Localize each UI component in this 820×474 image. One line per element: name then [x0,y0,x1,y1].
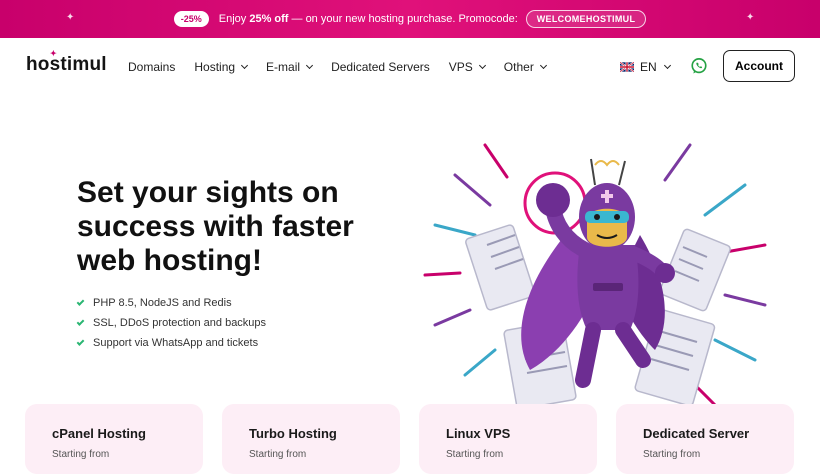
promo-bar: ✦ -25% Enjoy 25% off — on your new hosti… [0,0,820,38]
chevron-down-icon [306,61,314,70]
feature-item: PHP 8.5, NodeJS and Redis [76,293,266,313]
nav-item-domains[interactable]: Domains [128,60,175,74]
product-card-dedicated-server[interactable]: Dedicated Server Starting from [616,404,794,474]
chevron-down-icon [539,61,547,70]
product-card-cpanel-hosting[interactable]: cPanel Hosting Starting from [25,404,203,474]
main-nav: Domains Hosting E-mail Dedicated Servers… [128,60,565,74]
nav-item-email[interactable]: E-mail [266,60,314,74]
card-title: Linux VPS [446,426,511,441]
card-subtitle: Starting from [643,449,701,460]
chevron-down-icon [241,61,249,70]
nav-item-other[interactable]: Other [504,60,547,74]
language-selector[interactable]: EN [620,60,671,74]
nav-item-hosting[interactable]: Hosting [194,60,249,74]
site-header: hostimul ✦ Domains Hosting E-mail Dedica… [0,38,820,96]
account-button[interactable]: Account [723,50,795,82]
product-card-turbo-hosting[interactable]: Turbo Hosting Starting from [222,404,400,474]
logo[interactable]: hostimul ✦ [26,49,107,76]
nav-item-dedicated-servers[interactable]: Dedicated Servers [331,60,430,74]
card-subtitle: Starting from [446,449,504,460]
sparkle-icon: ✦ [746,12,755,23]
card-subtitle: Starting from [52,449,110,460]
card-subtitle: Starting from [249,449,307,460]
discount-badge: -25% [173,11,209,27]
product-card-linux-vps[interactable]: Linux VPS Starting from [419,404,597,474]
chevron-down-icon [663,61,671,70]
check-icon [76,297,85,306]
logo-sparkle-icon: ✦ [50,49,57,58]
promo-text: Enjoy 25% off — on your new hosting purc… [218,13,518,25]
promo-code[interactable]: WELCOMEHOSTIMUL [525,10,647,28]
feature-item: Support via WhatsApp and tickets [76,333,266,353]
feature-list: PHP 8.5, NodeJS and Redis SSL, DDoS prot… [76,293,266,353]
uk-flag-icon [620,62,634,72]
whatsapp-icon[interactable] [690,57,708,75]
check-icon [76,317,85,326]
chevron-down-icon [478,61,486,70]
hero-title: Set your sights on success with faster w… [77,176,354,277]
card-title: cPanel Hosting [52,426,146,441]
feature-item: SSL, DDoS protection and backups [76,313,266,333]
sparkle-icon: ✦ [66,12,75,23]
card-title: Turbo Hosting [249,426,337,441]
nav-item-vps[interactable]: VPS [449,60,486,74]
check-icon [76,337,85,346]
superhero-mascot-illustration [423,143,767,422]
language-label: EN [640,60,657,74]
card-title: Dedicated Server [643,426,750,441]
